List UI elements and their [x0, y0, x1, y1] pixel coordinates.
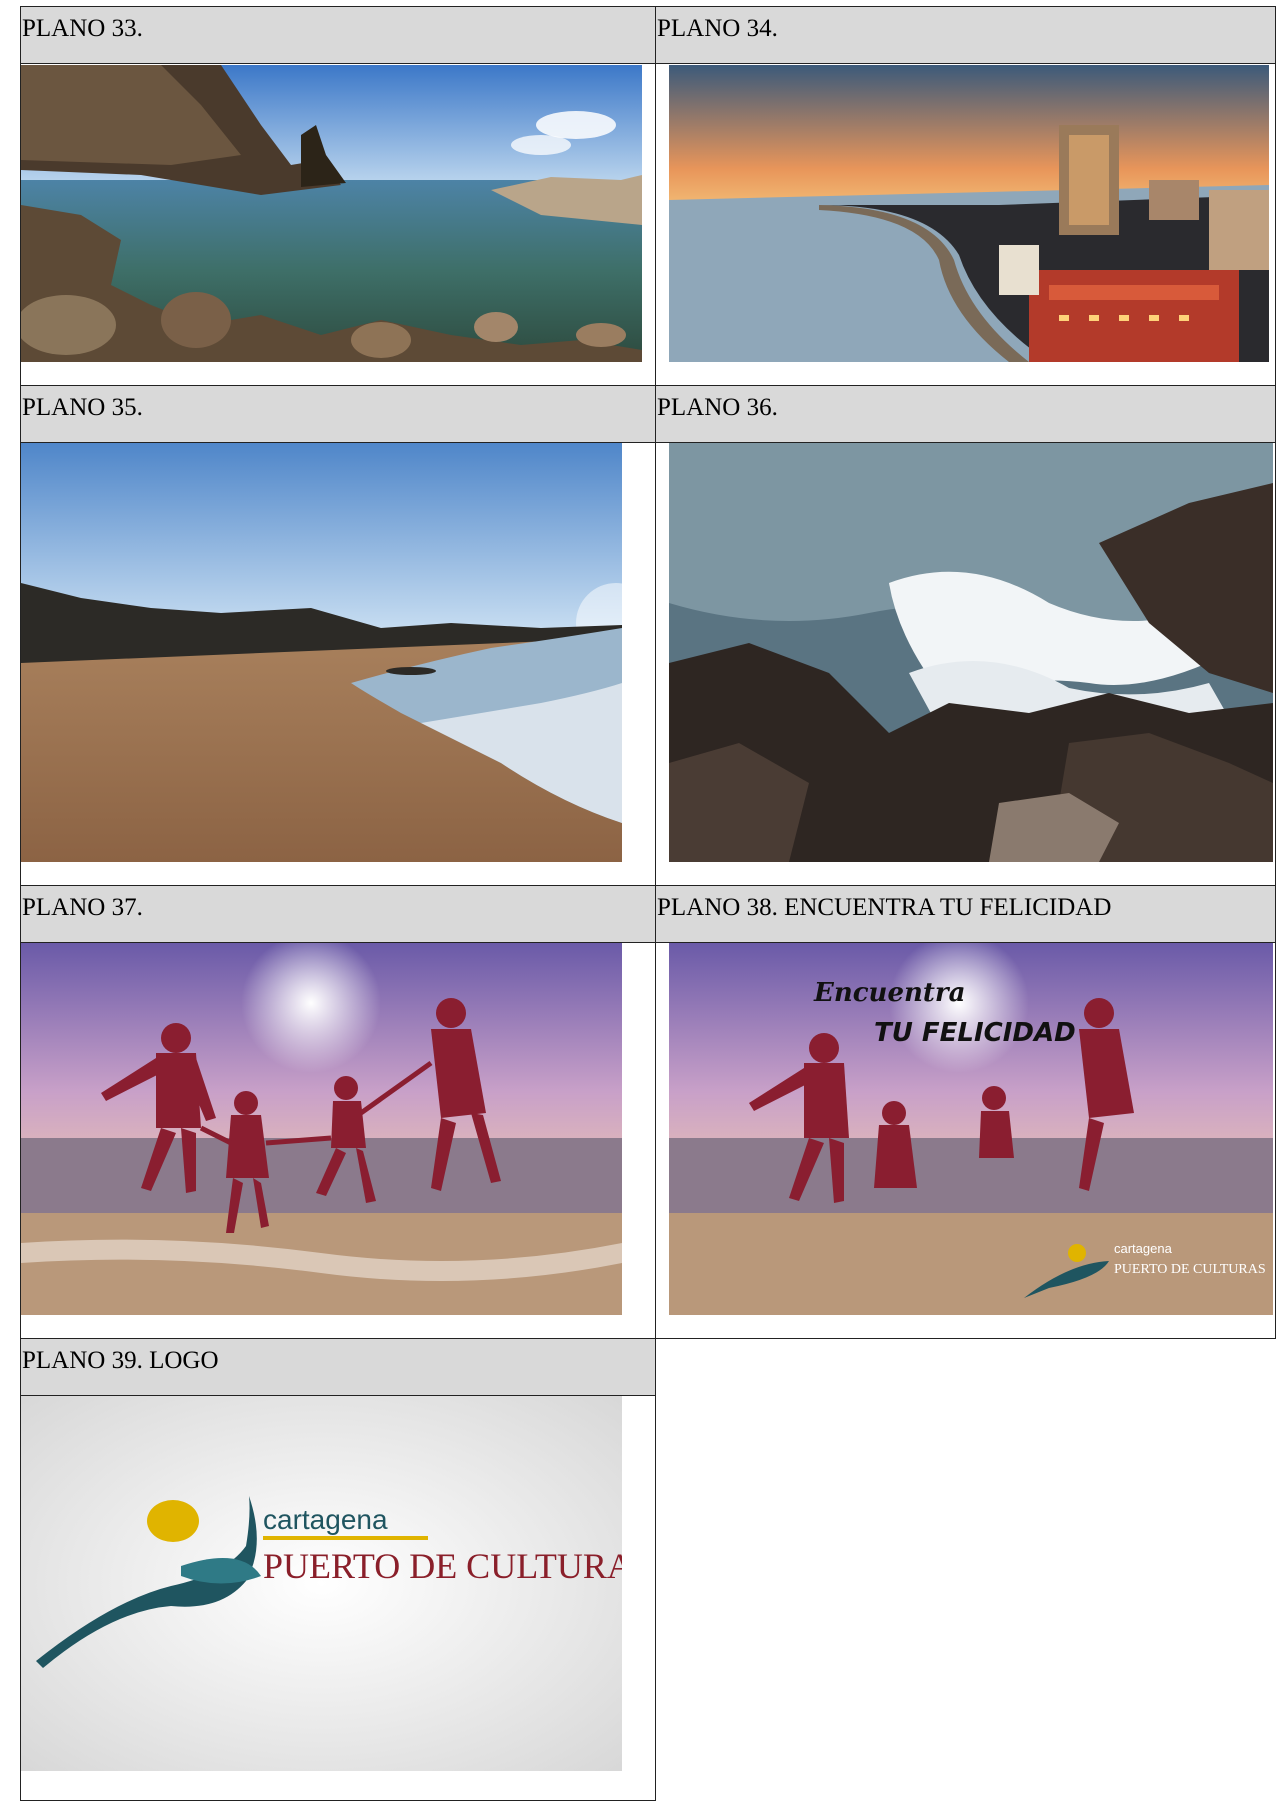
plano-39-cell: cartagena PUERTO DE CULTURAS: [20, 1395, 656, 1801]
plano-34-header: PLANO 34.: [655, 6, 1276, 64]
plano-38-title: PLANO 38. ENCUENTRA TU FELICIDAD: [657, 894, 1112, 921]
plano-35-cell: [20, 442, 656, 886]
plano-37-header: PLANO 37.: [20, 885, 656, 943]
plano-34-image-sunset-city: [669, 65, 1269, 362]
plano-39-logo-top: cartagena: [263, 1504, 388, 1535]
plano-37-image-family-beach: [21, 943, 622, 1315]
plano-39-header: PLANO 39. LOGO: [20, 1338, 656, 1396]
plano-35-title: PLANO 35.: [22, 394, 143, 421]
plano-36-title: PLANO 36.: [657, 394, 778, 421]
plano-34-cell: [655, 63, 1276, 386]
plano-39-image-logo: cartagena PUERTO DE CULTURAS: [21, 1396, 622, 1771]
plano-35-header: PLANO 35.: [20, 385, 656, 443]
plano-34-title: PLANO 34.: [657, 15, 778, 42]
plano-33-cell: [20, 63, 656, 386]
plano-33-header: PLANO 33.: [20, 6, 656, 64]
plano-36-cell: [655, 442, 1276, 886]
plano-38-image-family-beach-title: Encuentra TU FELICIDAD cartagena PUERTO …: [669, 943, 1273, 1315]
empty-cell: [655, 1338, 1276, 1801]
plano-36-header: PLANO 36.: [655, 385, 1276, 443]
plano-36-image-waves-rocks: [669, 443, 1273, 862]
plano-38-overlay-line1: Encuentra: [813, 978, 965, 1008]
plano-38-logo-bottom: PUERTO DE CULTURAS: [1114, 1262, 1266, 1277]
plano-38-cell: Encuentra TU FELICIDAD cartagena PUERTO …: [655, 942, 1276, 1339]
plano-37-cell: [20, 942, 656, 1339]
storyboard-table: PLANO 33. PLANO 34. PLANO 35. PLANO 36. …: [20, 6, 1276, 1801]
plano-33-title: PLANO 33.: [22, 15, 143, 42]
plano-38-overlay-line2: TU FELICIDAD: [874, 1018, 1076, 1048]
plano-35-image-sandy-beach: [21, 443, 622, 862]
plano-37-title: PLANO 37.: [22, 894, 143, 921]
plano-33-image-rocky-cove: [21, 65, 642, 362]
plano-39-title: PLANO 39. LOGO: [22, 1347, 219, 1374]
plano-38-header: PLANO 38. ENCUENTRA TU FELICIDAD: [655, 885, 1276, 943]
plano-39-logo-bottom: PUERTO DE CULTURAS: [263, 1546, 622, 1586]
plano-38-logo-top: cartagena: [1114, 1241, 1173, 1256]
